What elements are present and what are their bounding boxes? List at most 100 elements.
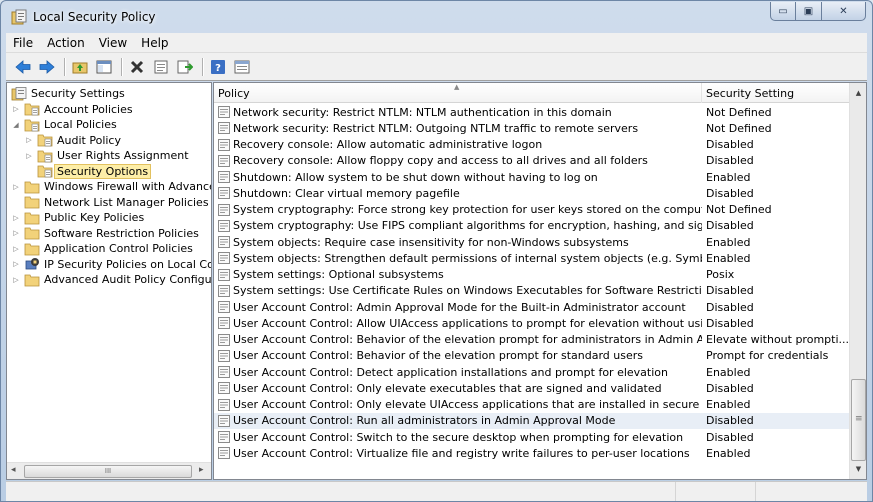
policy-row[interactable]: User Account Control: Only elevate UIAcc… <box>214 397 850 413</box>
close-button[interactable]: ✕ <box>822 2 866 21</box>
policy-row[interactable]: Recovery console: Allow automatic admini… <box>214 137 850 153</box>
policy-row[interactable]: Network security: Restrict NTLM: NTLM au… <box>214 104 850 120</box>
expand-arrow-icon[interactable]: ▷ <box>11 244 21 254</box>
policy-row[interactable]: Network security: Restrict NTLM: Outgoin… <box>214 120 850 136</box>
expand-arrow-icon[interactable]: ▷ <box>11 275 21 285</box>
policy-name: User Account Control: Only elevate UIAcc… <box>233 398 702 412</box>
policy-list[interactable]: Policy ▲ Security Setting Network securi… <box>213 82 867 480</box>
list-vertical-scrollbar[interactable]: ▲ ≡ ▼ <box>849 83 866 479</box>
policy-row[interactable]: User Account Control: Admin Approval Mod… <box>214 299 850 315</box>
policy-cell: Shutdown: Clear virtual memory pagefile <box>214 187 702 200</box>
help-button[interactable]: ? <box>207 56 229 78</box>
security-setting-value: Disabled <box>706 430 754 444</box>
expand-arrow-icon[interactable]: ▷ <box>11 259 21 269</box>
policy-row[interactable]: System settings: Use Certificate Rules o… <box>214 283 850 299</box>
policy-row[interactable]: User Account Control: Only elevate execu… <box>214 380 850 396</box>
tree-item[interactable]: ◢ Local Policies <box>11 117 116 132</box>
policy-name: Network security: Restrict NTLM: NTLM au… <box>233 105 612 119</box>
back-button[interactable] <box>12 56 34 78</box>
tree-item[interactable]: ▷ Audit Policy <box>24 133 121 148</box>
menu-help[interactable]: Help <box>134 36 175 50</box>
delete-button[interactable] <box>126 56 148 78</box>
expand-arrow-icon[interactable]: ◢ <box>11 120 21 130</box>
forward-button[interactable] <box>36 56 58 78</box>
policy-row[interactable]: Shutdown: Allow system to be shut down w… <box>214 169 850 185</box>
expand-arrow-icon[interactable]: ▷ <box>11 182 21 192</box>
column-header-security-setting[interactable]: Security Setting <box>702 83 850 103</box>
menu-action[interactable]: Action <box>40 36 92 50</box>
policy-row[interactable]: System objects: Strengthen default permi… <box>214 250 850 266</box>
policy-row[interactable]: Shutdown: Clear virtual memory pagefile D… <box>214 185 850 201</box>
expand-arrow-icon[interactable]: ▷ <box>24 151 34 161</box>
expand-arrow-icon[interactable]: ▷ <box>11 104 21 114</box>
help-icon: ? <box>211 59 225 74</box>
details-view-button[interactable] <box>231 56 253 78</box>
policy-row[interactable]: User Account Control: Behavior of the el… <box>214 332 850 348</box>
tree-horizontal-scrollbar[interactable]: ◂ III ▸ <box>7 462 211 479</box>
policy-row[interactable]: User Account Control: Virtualize file an… <box>214 445 850 461</box>
policy-setting-icon <box>218 414 230 427</box>
policy-setting-icon <box>218 447 230 460</box>
menu-file[interactable]: File <box>6 36 40 50</box>
policy-cell: System settings: Optional subsystems <box>214 268 702 281</box>
policy-row[interactable]: System cryptography: Force strong key pr… <box>214 202 850 218</box>
status-cell <box>756 482 867 501</box>
tree-item[interactable]: ▷ Public Key Policies <box>11 210 144 225</box>
expand-arrow-icon[interactable]: ▷ <box>24 135 34 145</box>
policy-row[interactable]: System objects: Require case insensitivi… <box>214 234 850 250</box>
policy-row[interactable]: System cryptography: Use FIPS compliant … <box>214 218 850 234</box>
scroll-down-button[interactable]: ▼ <box>851 461 866 477</box>
policy-row[interactable]: User Account Control: Allow UIAccess app… <box>214 315 850 331</box>
tree-item[interactable]: Network List Manager Policies <box>11 195 209 210</box>
expand-arrow-icon[interactable]: ▷ <box>11 228 21 238</box>
tree-item[interactable]: ▷ Advanced Audit Policy Configura <box>11 272 212 287</box>
policy-row[interactable]: User Account Control: Behavior of the el… <box>214 348 850 364</box>
title-bar[interactable]: Local Security Policy ▭ ▣ ✕ <box>1 1 872 33</box>
tree-item[interactable]: ▷ Windows Firewall with Advanced <box>11 179 212 194</box>
column-setting-label: Security Setting <box>706 86 795 100</box>
show-hide-tree-button[interactable] <box>93 56 115 78</box>
policy-setting-icon <box>218 122 230 135</box>
policy-row[interactable]: Recovery console: Allow floppy copy and … <box>214 153 850 169</box>
maximize-button[interactable]: ▣ <box>796 2 822 21</box>
tree-item[interactable]: Security Settings <box>11 86 125 101</box>
security-setting-value: Disabled <box>706 138 754 152</box>
scroll-right-icon[interactable]: ▸ <box>199 465 204 475</box>
policy-setting-icon <box>218 187 230 200</box>
properties-button[interactable] <box>150 56 172 78</box>
up-one-level-button[interactable] <box>69 56 91 78</box>
policy-name: User Account Control: Only elevate execu… <box>233 381 662 395</box>
policy-name: User Account Control: Switch to the secu… <box>233 430 684 444</box>
scroll-left-icon[interactable]: ◂ <box>11 465 16 475</box>
security-setting-value: Posix <box>706 268 735 282</box>
policy-row[interactable]: User Account Control: Switch to the secu… <box>214 429 850 445</box>
tree-item[interactable]: ▷ IP Security Policies on Local Corr <box>11 257 211 272</box>
scroll-up-button[interactable]: ▲ <box>851 85 866 101</box>
policy-cell: Network security: Restrict NTLM: Outgoin… <box>214 122 702 135</box>
policy-row[interactable]: User Account Control: Run all administra… <box>214 412 850 429</box>
menu-view[interactable]: View <box>92 36 134 50</box>
tree-item[interactable]: Security Options <box>24 163 152 179</box>
tree-item-label: Advanced Audit Policy Configura <box>44 273 212 286</box>
tree-item[interactable]: ▷ Application Control Policies <box>11 241 193 256</box>
no-arrow-spacer <box>24 166 34 176</box>
minimize-button[interactable]: ▭ <box>770 2 796 21</box>
policy-name: Shutdown: Allow system to be shut down w… <box>233 170 598 184</box>
security-setting-value: Enabled <box>706 446 751 460</box>
list-scroll-thumb[interactable]: ≡ <box>851 379 866 461</box>
column-header-policy[interactable]: Policy ▲ <box>214 83 702 103</box>
tree-item[interactable]: ▷ User Rights Assignment <box>24 148 188 163</box>
expand-arrow-icon[interactable]: ▷ <box>11 213 21 223</box>
tree-item[interactable]: ▷ Software Restriction Policies <box>11 226 199 241</box>
console-tree[interactable]: Security Settings ▷ Account Policies ◢ Local… <box>6 82 212 480</box>
policy-cell: User Account Control: Admin Approval Mod… <box>214 301 702 314</box>
tree-scroll-thumb[interactable]: III <box>24 465 192 478</box>
policy-row[interactable]: User Account Control: Detect application… <box>214 364 850 380</box>
export-list-button[interactable] <box>174 56 196 78</box>
policy-name: Recovery console: Allow automatic admini… <box>233 138 543 152</box>
tree-item-label: Windows Firewall with Advanced <box>44 180 212 193</box>
security-setting-value: Disabled <box>706 300 754 314</box>
tree-item[interactable]: ▷ Account Policies <box>11 102 132 117</box>
policy-row[interactable]: System settings: Optional subsystems Posi… <box>214 267 850 283</box>
policy-folder-icon <box>37 165 53 178</box>
